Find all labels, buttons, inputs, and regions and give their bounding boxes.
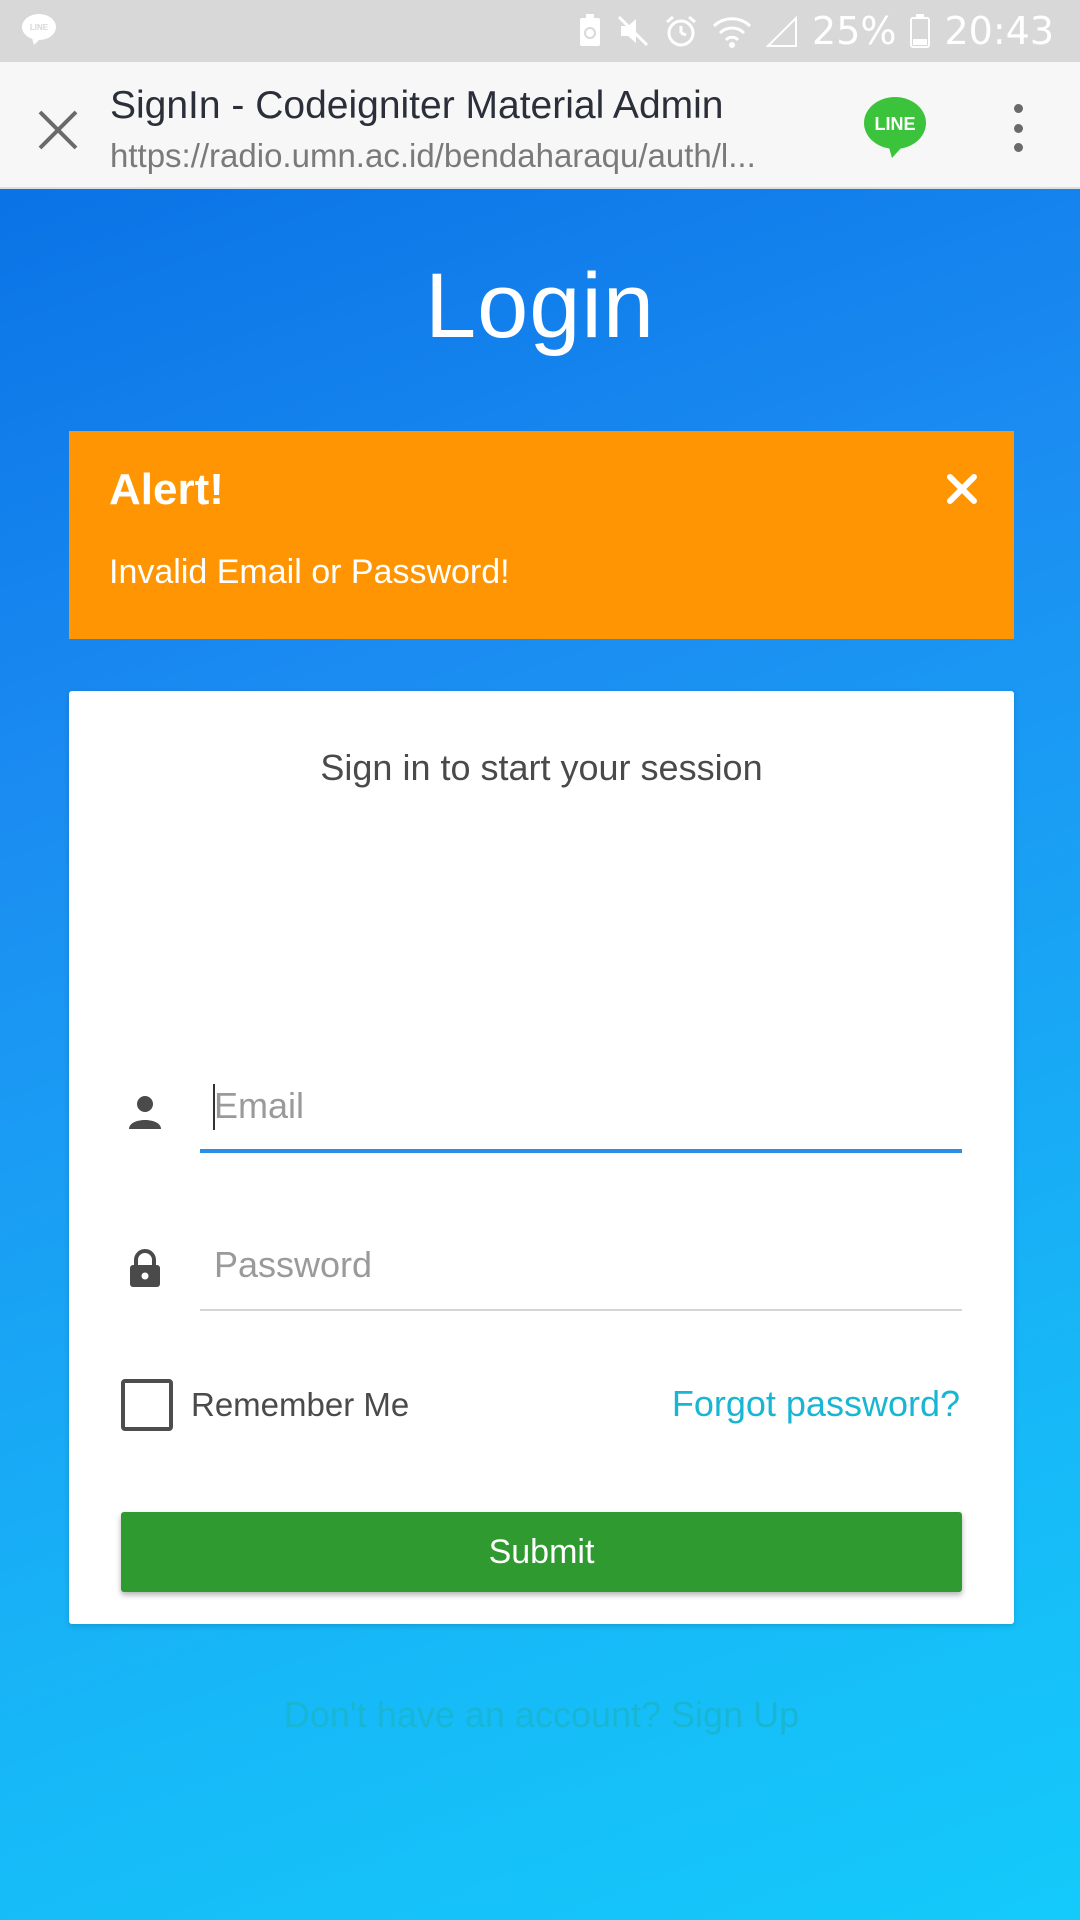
browser-page-title: SignIn - Codeigniter Material Admin xyxy=(110,84,724,127)
browser-header: SignIn - Codeigniter Material Admin http… xyxy=(0,62,1080,189)
submit-button[interactable]: Submit xyxy=(121,1512,962,1592)
remember-me-toggle[interactable]: Remember Me xyxy=(121,1379,409,1431)
password-input[interactable] xyxy=(200,1221,962,1309)
close-icon[interactable] xyxy=(28,100,88,160)
svg-text:LINE: LINE xyxy=(30,23,49,32)
remember-me-checkbox[interactable] xyxy=(121,1379,173,1431)
alert-close-icon[interactable] xyxy=(944,471,980,507)
more-menu-icon[interactable] xyxy=(1000,98,1036,158)
alert-message: Invalid Email or Password! xyxy=(109,553,510,591)
status-bar: LINE 25% 20:43 xyxy=(0,0,1080,62)
forgot-password-link[interactable]: Forgot password? xyxy=(672,1383,960,1425)
alarm-icon xyxy=(666,15,696,47)
lock-icon xyxy=(130,1249,160,1287)
signal-icon xyxy=(766,15,798,47)
page-background: Login Alert! Invalid Email or Password! … xyxy=(0,189,1080,1920)
battery-saver-icon xyxy=(580,14,601,46)
line-app-icon[interactable]: LINE xyxy=(862,94,928,160)
email-field-container xyxy=(200,1063,962,1153)
alert-banner: Alert! Invalid Email or Password! xyxy=(69,431,1014,639)
remember-me-label: Remember Me xyxy=(191,1386,410,1423)
wifi-icon xyxy=(712,17,752,48)
browser-url[interactable]: https://radio.umn.ac.id/bendaharaqu/auth… xyxy=(110,137,830,175)
battery-icon xyxy=(910,14,931,48)
page-title: Login xyxy=(424,255,656,357)
line-logo-text: LINE xyxy=(874,114,915,134)
login-card: Sign in to start your session Remember M… xyxy=(69,691,1014,1735)
alert-title: Alert! xyxy=(109,465,224,514)
text-cursor xyxy=(213,1084,215,1130)
line-notification-icon: LINE xyxy=(22,14,56,45)
mute-icon xyxy=(617,15,649,47)
sign-up-link[interactable]: Don't have an account? Sign Up xyxy=(69,1694,1014,1736)
email-input[interactable] xyxy=(200,1063,962,1149)
battery-percent: 25% xyxy=(812,9,897,53)
card-heading: Sign in to start your session xyxy=(320,747,763,788)
password-field-container xyxy=(200,1221,962,1311)
status-icons: 25% 20:43 xyxy=(578,0,1054,62)
clock: 20:43 xyxy=(944,9,1054,53)
person-icon xyxy=(129,1096,161,1129)
